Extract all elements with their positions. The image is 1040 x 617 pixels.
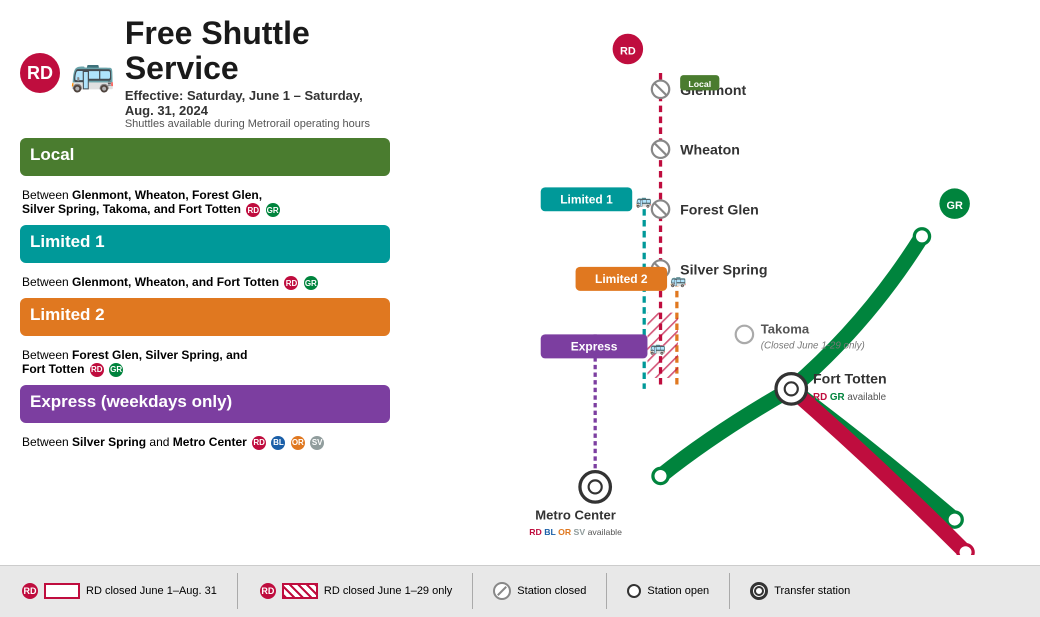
main-title: Free Shuttle Service: [125, 16, 390, 86]
legend-item-closed-aug31: RD RD closed June 1–Aug. 31: [20, 583, 217, 599]
limited2-title: Limited 2: [30, 305, 380, 325]
legend-divider-4: [729, 573, 730, 609]
legend-box-solid: [44, 583, 80, 599]
svg-text:Limited 1: Limited 1: [560, 193, 613, 207]
legend-label-3: Station closed: [517, 585, 586, 597]
express-badge-bl: BL: [271, 436, 285, 450]
legend-label-2: RD closed June 1–29 only: [324, 585, 452, 597]
limited2-desc: Between Forest Glen, Silver Spring, andF…: [20, 344, 390, 385]
express-badge-rd: RD: [252, 436, 266, 450]
service-card-express: Express (weekdays only): [20, 385, 390, 423]
main-container: RD 🚌 Free Shuttle Service Effective: Sat…: [0, 0, 1040, 598]
map-svg: RD GR: [410, 16, 1020, 555]
service-card-limited2: Limited 2: [20, 298, 390, 336]
local-title: Local: [30, 145, 380, 165]
legend-rd-badge-1: RD: [22, 583, 38, 599]
local-desc: Between Glenmont, Wheaton, Forest Glen,S…: [20, 184, 390, 225]
legend-divider-3: [606, 573, 607, 609]
legend-station-open-icon: [627, 584, 641, 598]
svg-text:RD: RD: [620, 45, 636, 57]
legend-label-4: Station open: [647, 585, 709, 597]
limited2-badge-rd: RD: [90, 363, 104, 377]
svg-text:GR: GR: [946, 200, 962, 212]
legend-box-hatch: [282, 583, 318, 599]
svg-text:Takoma: Takoma: [761, 321, 810, 336]
limited1-badge-rd: RD: [284, 276, 298, 290]
title-block: Free Shuttle Service Effective: Saturday…: [125, 16, 390, 130]
svg-text:Local: Local: [688, 79, 711, 89]
right-panel: RD GR: [410, 16, 1020, 555]
svg-text:🚌: 🚌: [650, 340, 666, 355]
sub-subtitle: Shuttles available during Metrorail oper…: [125, 118, 390, 130]
svg-text:🚌: 🚌: [635, 193, 651, 208]
limited1-desc: Between Glenmont, Wheaton, and Fort Tott…: [20, 271, 390, 298]
legend-divider-2: [472, 573, 473, 609]
legend-label-5: Transfer station: [774, 585, 850, 597]
svg-text:Express: Express: [571, 340, 618, 354]
legend-divider-1: [237, 573, 238, 609]
bus-icon: 🚌: [70, 52, 115, 94]
svg-text:Wheaton: Wheaton: [680, 143, 740, 159]
svg-text:(Closed June 1-29 only): (Closed June 1-29 only): [761, 341, 865, 352]
svg-text:RD G: RD GR available: [813, 392, 887, 403]
svg-text:Limited 2: Limited 2: [595, 272, 648, 286]
limited1-badge-gr: GR: [304, 276, 318, 290]
express-badge-sv: SV: [310, 436, 324, 450]
service-card-local: Local: [20, 138, 390, 176]
legend-item-station-open: Station open: [627, 584, 709, 598]
legend-label-1: RD closed June 1–Aug. 31: [86, 585, 217, 597]
header: RD 🚌 Free Shuttle Service Effective: Sat…: [20, 16, 390, 130]
svg-text:🚌: 🚌: [670, 272, 686, 287]
svg-text:Forest Glen: Forest Glen: [680, 203, 759, 219]
svg-text:Silver Spring: Silver Spring: [680, 262, 767, 278]
subtitle: Effective: Saturday, June 1 – Saturday, …: [125, 88, 390, 118]
local-badge-gr: GR: [266, 203, 280, 217]
service-card-limited1: Limited 1: [20, 225, 390, 263]
svg-text:Metro Center: Metro Center: [535, 508, 616, 523]
svg-text:Fort Totten: Fort Totten: [813, 371, 887, 387]
left-panel: RD 🚌 Free Shuttle Service Effective: Sat…: [20, 16, 410, 555]
limited1-title: Limited 1: [30, 232, 380, 252]
limited2-badge-gr: GR: [109, 363, 123, 377]
content-area: RD 🚌 Free Shuttle Service Effective: Sat…: [0, 0, 1040, 565]
express-desc: Between Silver Spring and Metro Center R…: [20, 431, 390, 458]
local-badge-rd: RD: [246, 203, 260, 217]
legend-rd-badge-2: RD: [260, 583, 276, 599]
svg-text:RD BL OR: RD BL OR SV available: [529, 527, 622, 537]
express-badge-or: OR: [291, 436, 305, 450]
legend-item-closed-june29: RD RD closed June 1–29 only: [258, 583, 452, 599]
legend-bar: RD RD closed June 1–Aug. 31 RD RD closed…: [0, 565, 1040, 617]
rd-badge: RD: [20, 53, 60, 93]
express-title: Express (weekdays only): [30, 392, 380, 412]
